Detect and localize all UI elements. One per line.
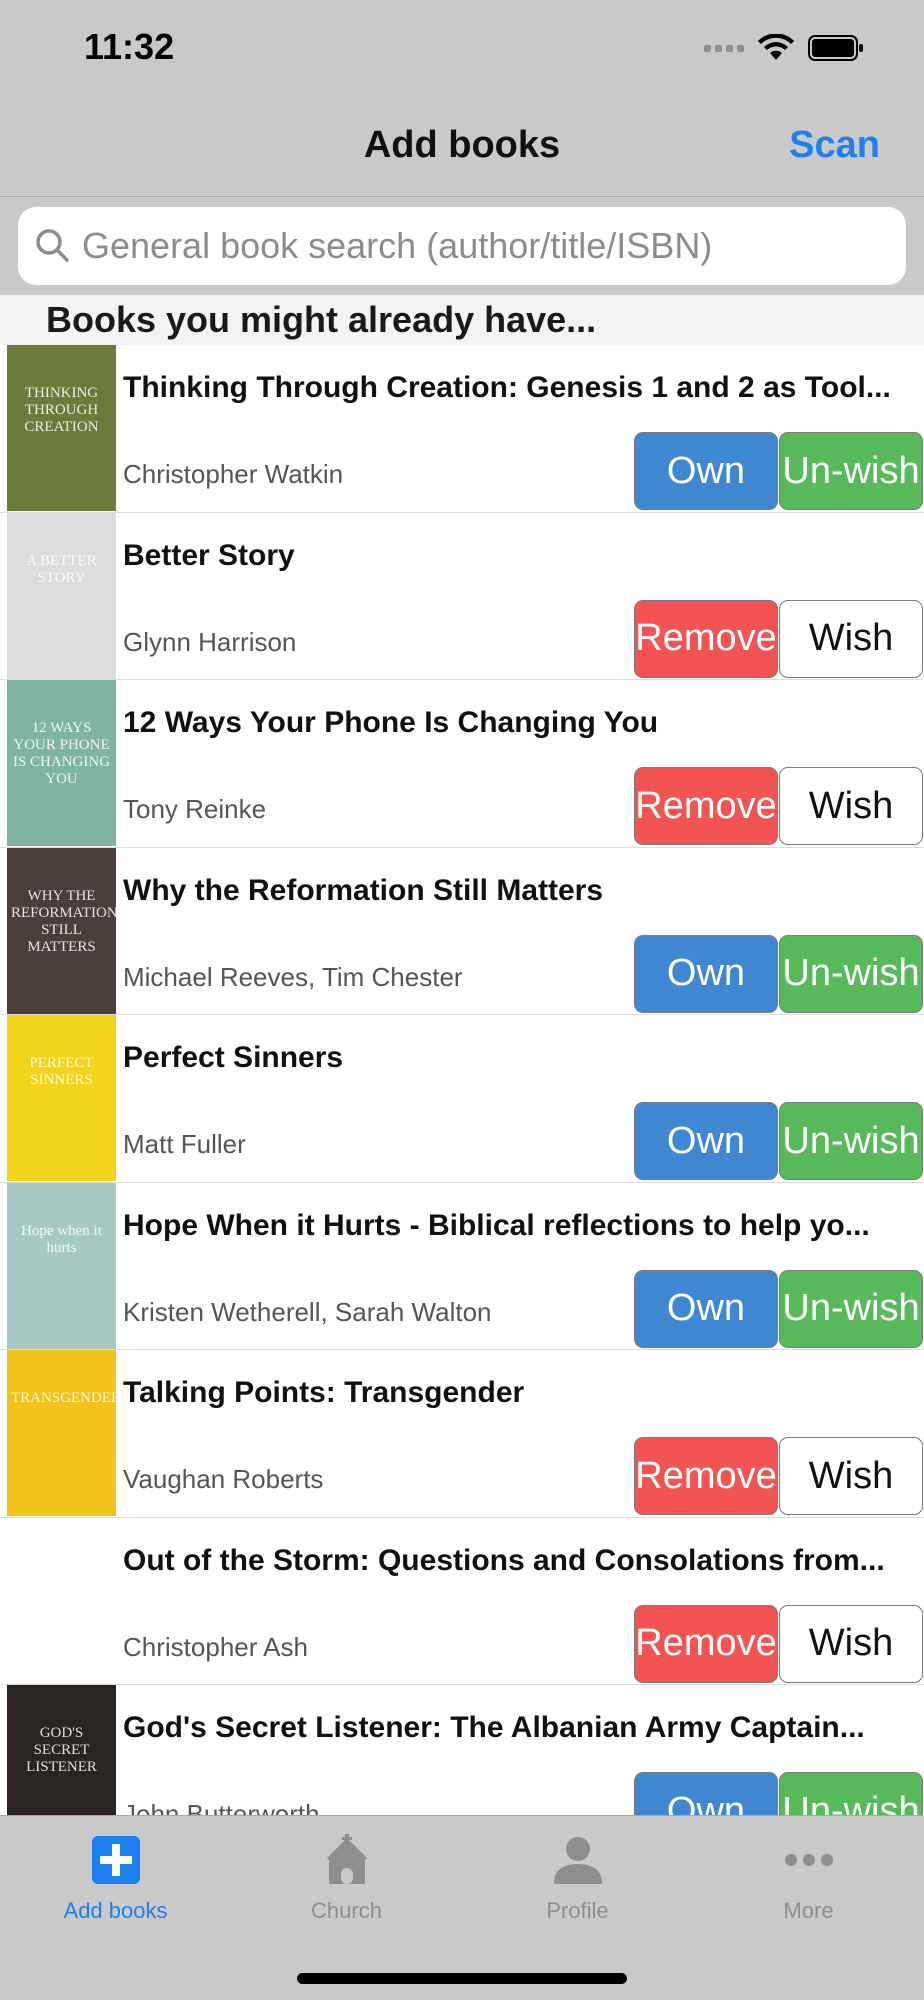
- signal-icon: [704, 44, 744, 52]
- remove-button[interactable]: Remove: [634, 767, 778, 845]
- book-author: Glynn Harrison: [123, 626, 297, 657]
- book-title: Thinking Through Creation: Genesis 1 and…: [123, 371, 891, 404]
- remove-button[interactable]: Remove: [634, 1604, 778, 1683]
- book-author: Christopher Watkin: [123, 459, 344, 489]
- wish-button[interactable]: Wish: [779, 1604, 923, 1683]
- search-input[interactable]: [82, 207, 892, 285]
- tab-profile[interactable]: Profile: [462, 1816, 693, 1936]
- book-row[interactable]: WHY THE REFORMATION STILL MATTERS Why the…: [0, 847, 924, 1015]
- book-author: John Butterworth: [123, 1799, 320, 1815]
- book-author: Kristen Wetherell, Sarah Walton: [123, 1296, 492, 1327]
- search-bar: [0, 197, 924, 295]
- book-cover-text: WHY THE REFORMATION STILL MATTERS: [11, 887, 116, 955]
- book-row[interactable]: A BETTER STORY Better Story Glynn Harrison…: [0, 512, 924, 680]
- book-author: Vaughan Roberts: [123, 1464, 324, 1494]
- plus-icon: [90, 1834, 142, 1886]
- book-title: 12 Ways Your Phone Is Changing You: [123, 706, 659, 739]
- book-title: Better Story: [123, 538, 295, 572]
- book-author: Matt Fuller: [123, 1129, 246, 1159]
- book-row[interactable]: Out of the Storm: Questions and Consolat…: [0, 1517, 924, 1685]
- tab-label: Add books: [63, 1898, 168, 1923]
- book-row[interactable]: Hope when it hurts Hope When it Hurts - B…: [0, 1182, 924, 1350]
- wish-button[interactable]: Wish: [779, 599, 923, 678]
- unwish-button[interactable]: Un-wish: [779, 934, 923, 1013]
- tab-church[interactable]: Church: [231, 1816, 462, 1936]
- status-bar: 11:32: [0, 0, 924, 100]
- person-icon: [552, 1834, 604, 1886]
- book-cover-text: A BETTER STORY: [26, 552, 97, 586]
- book-row[interactable]: GOD'S SECRET LISTENER God's Secret Listen…: [0, 1685, 924, 1815]
- scan-button[interactable]: Scan: [789, 124, 880, 167]
- own-button[interactable]: Own: [634, 1102, 778, 1180]
- book-cover-image: PERFECT SINNERS: [7, 1015, 116, 1181]
- battery-icon: [808, 34, 864, 62]
- home-indicator: [297, 1973, 627, 1984]
- book-cover-image: Hope when it hurts: [7, 1182, 116, 1349]
- book-list: THINKING THROUGH CREATION Thinking Throug…: [0, 345, 924, 1815]
- own-button[interactable]: Own: [634, 432, 778, 510]
- book-title: God's Secret Listener: The Albanian Army…: [123, 1711, 865, 1744]
- book-cover-text: Hope when it hurts: [21, 1222, 102, 1256]
- book-title: Talking Points: Transgender: [123, 1376, 525, 1409]
- book-author: Michael Reeves, Tim Chester: [123, 961, 463, 992]
- book-row[interactable]: PERFECT SINNERS Perfect Sinners Matt Fulle…: [0, 1015, 924, 1183]
- section-title: Books you might already have...: [46, 299, 597, 340]
- book-cover-image: A BETTER STORY: [7, 512, 116, 679]
- book-row[interactable]: 12 WAYS YOUR PHONE IS CHANGING YOU 12 Way…: [0, 680, 924, 848]
- book-title: Perfect Sinners: [123, 1041, 344, 1074]
- book-cover-text: THINKING THROUGH CREATION: [24, 385, 99, 435]
- book-cover-text: GOD'S SECRET LISTENER: [26, 1725, 97, 1775]
- book-cover-image: 12 WAYS YOUR PHONE IS CHANGING YOU: [7, 680, 116, 846]
- book-author: Tony Reinke: [123, 794, 267, 824]
- book-row[interactable]: THINKING THROUGH CREATION Thinking Throug…: [0, 345, 924, 513]
- book-title: Out of the Storm: Questions and Consolat…: [123, 1543, 885, 1577]
- wish-button[interactable]: Wish: [779, 767, 923, 845]
- status-time: 11:32: [84, 26, 175, 67]
- book-cover-text: 12 WAYS YOUR PHONE IS CHANGING YOU: [12, 720, 111, 787]
- book-cover-image: TRANSGENDER: [7, 1350, 116, 1516]
- tab-add-books[interactable]: Add books: [0, 1816, 231, 1936]
- page-title: Add books: [363, 124, 561, 166]
- tab-label: Profile: [546, 1898, 609, 1923]
- tab-more[interactable]: More: [693, 1816, 924, 1936]
- book-author: Christopher Ash: [123, 1631, 308, 1662]
- book-cover-text: PERFECT SINNERS: [29, 1055, 94, 1088]
- navigation-bar: Add books Scan: [0, 100, 924, 197]
- unwish-button[interactable]: Un-wish: [779, 1102, 923, 1180]
- unwish-button[interactable]: Un-wish: [779, 1772, 923, 1815]
- wish-button[interactable]: Wish: [779, 1437, 923, 1515]
- book-cover-image: [7, 1517, 116, 1684]
- book-cover-image: THINKING THROUGH CREATION: [7, 345, 116, 511]
- unwish-button[interactable]: Un-wish: [779, 432, 923, 510]
- search-icon: [34, 227, 72, 270]
- book-cover-image: WHY THE REFORMATION STILL MATTERS: [7, 847, 116, 1014]
- remove-button[interactable]: Remove: [634, 1437, 778, 1515]
- tab-label: More: [783, 1898, 834, 1923]
- book-title: Why the Reformation Still Matters: [123, 873, 604, 907]
- wifi-icon: [758, 34, 794, 62]
- book-title: Hope When it Hurts - Biblical reflection…: [123, 1208, 870, 1242]
- book-row[interactable]: TRANSGENDER Talking Points: Transgender Va…: [0, 1350, 924, 1518]
- section-header: Books you might already have...: [0, 295, 924, 345]
- more-icon: [783, 1834, 835, 1886]
- search-box[interactable]: [18, 207, 906, 285]
- status-icons: [704, 34, 864, 62]
- own-button[interactable]: Own: [634, 1772, 778, 1815]
- book-cover-text: TRANSGENDER: [11, 1390, 116, 1406]
- remove-button[interactable]: Remove: [634, 599, 778, 678]
- own-button[interactable]: Own: [634, 934, 778, 1013]
- church-icon: [321, 1834, 373, 1886]
- book-cover-image: GOD'S SECRET LISTENER: [7, 1685, 116, 1815]
- tab-label: Church: [311, 1898, 382, 1923]
- own-button[interactable]: Own: [634, 1269, 778, 1348]
- unwish-button[interactable]: Un-wish: [779, 1269, 923, 1348]
